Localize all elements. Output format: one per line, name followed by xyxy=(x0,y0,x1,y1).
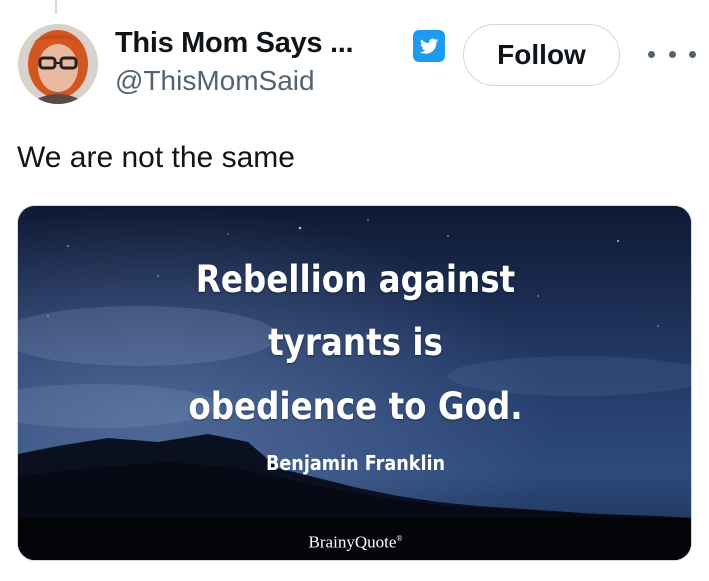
brainyquote-logo: BrainyQuote® xyxy=(308,532,403,552)
dot xyxy=(689,50,696,58)
twitter-bird-icon xyxy=(413,30,445,62)
follow-button[interactable]: Follow xyxy=(463,24,620,86)
tweet-text: We are not the same xyxy=(17,141,295,174)
avatar-icon xyxy=(18,24,98,104)
display-name[interactable]: This Mom Says ... xyxy=(115,26,354,60)
brand-text: BrainyQuote xyxy=(308,532,397,552)
quote-line-3: obedience to God. xyxy=(188,385,523,428)
avatar[interactable] xyxy=(18,24,98,104)
more-options-icon[interactable] xyxy=(648,38,696,70)
dot xyxy=(648,50,655,58)
quote-author: Benjamin Franklin xyxy=(265,451,446,475)
tweet-header: This Mom Says ... @ThisMomSaid Follow xyxy=(0,0,709,120)
tweet-image[interactable]: Rebellion against tyrants is obedience t… xyxy=(17,205,692,561)
dot xyxy=(668,50,676,58)
quote-line-1: Rebellion against xyxy=(195,258,516,301)
user-handle[interactable]: @ThisMomSaid xyxy=(115,64,353,98)
quote-line-2: tyrants is xyxy=(268,321,443,364)
